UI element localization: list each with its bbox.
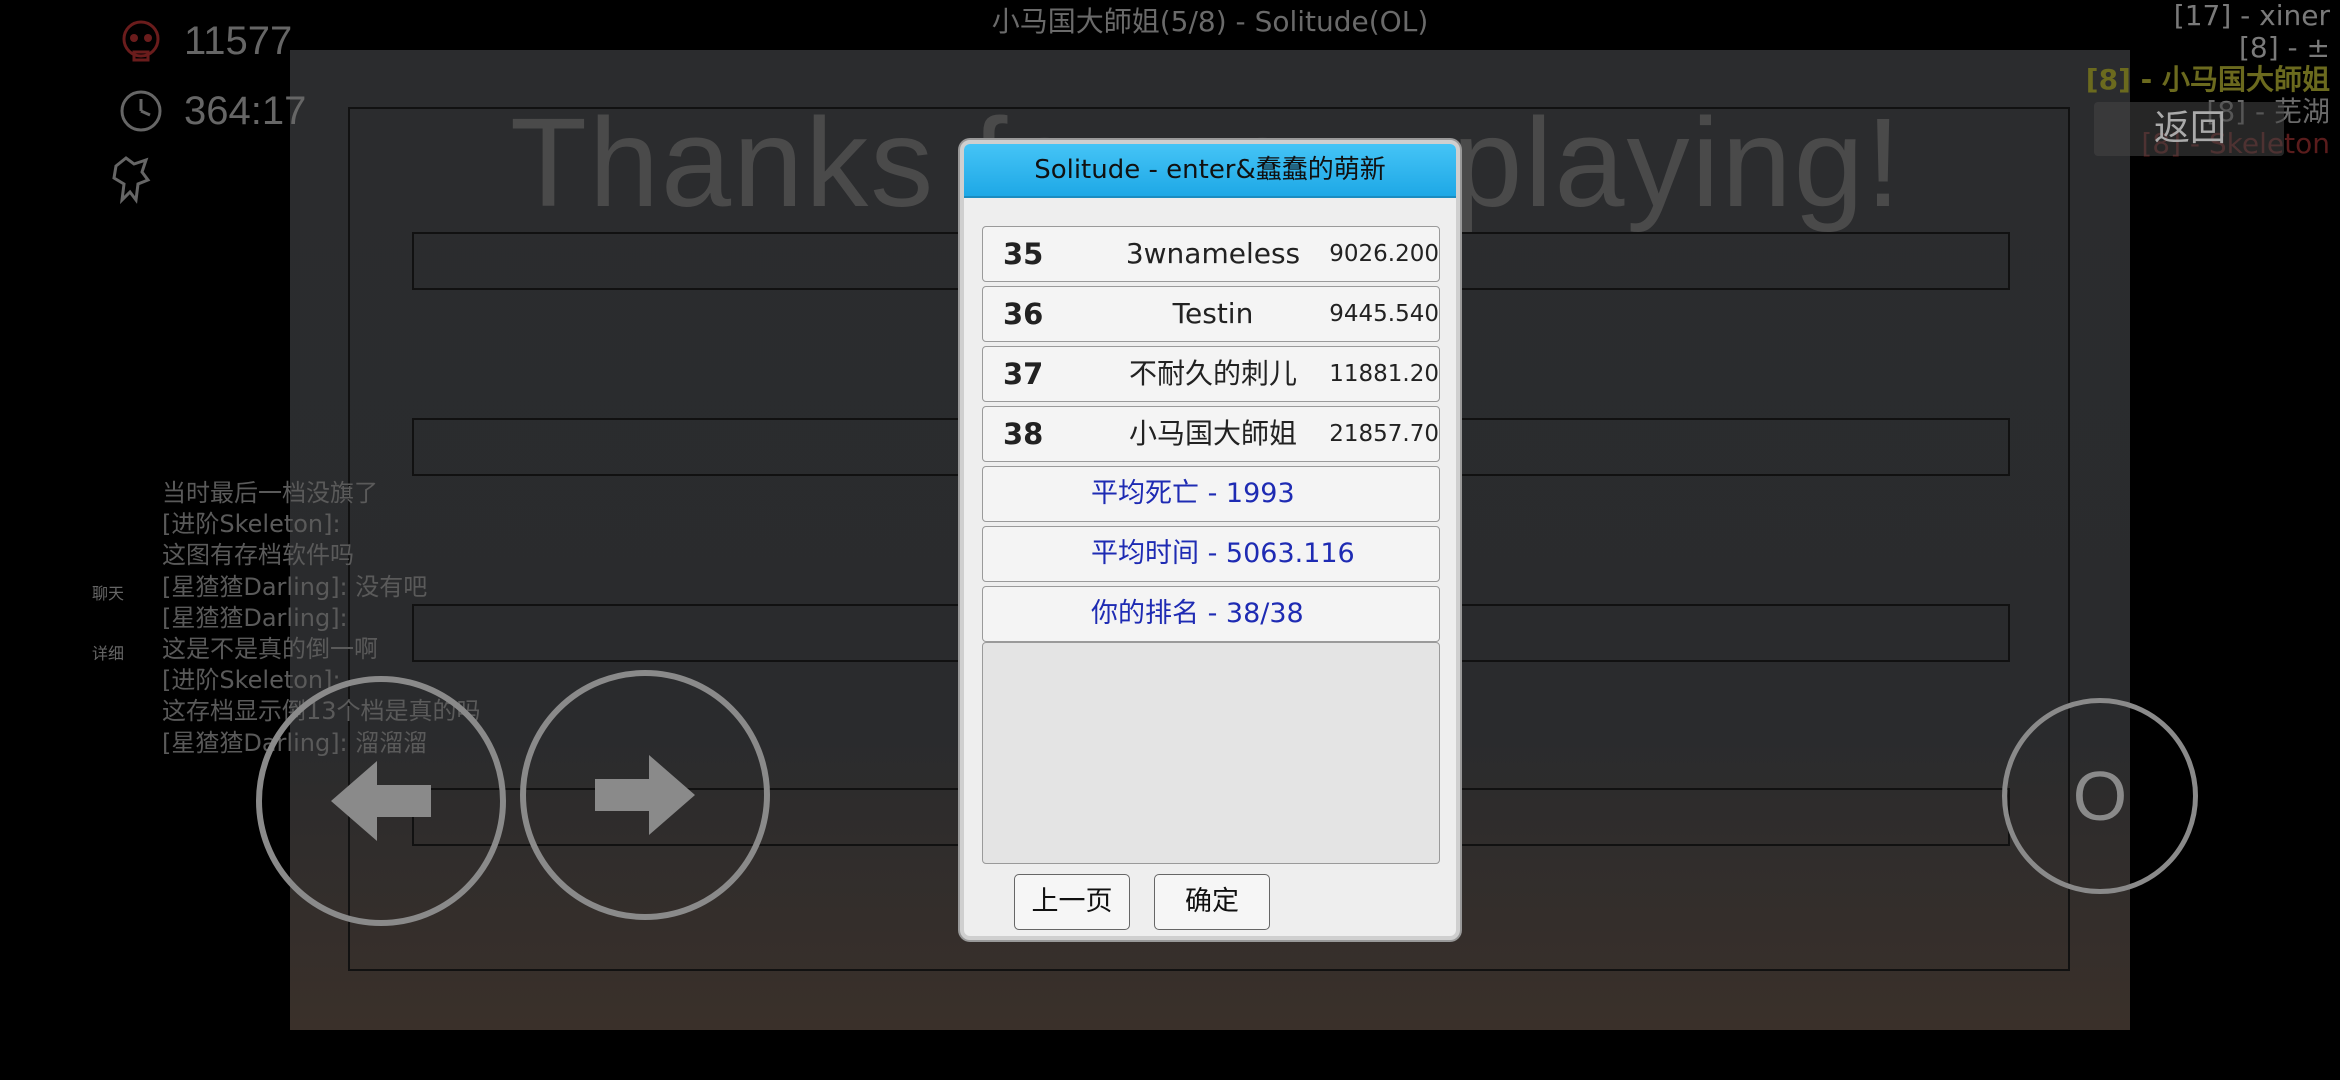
row-name: 不耐久的刺儿 — [1128, 357, 1297, 390]
confirm-button[interactable]: 确定 — [1154, 874, 1270, 930]
row-name: 小马国大師姐 — [1128, 417, 1297, 450]
leaderboard-row[interactable]: 36 Testin 9445.540 — [982, 286, 1440, 342]
chat-line: 这是不是真的倒一啊 — [162, 635, 378, 664]
dialog-title: Solitude - enter&蠢蠢的萌新 — [964, 144, 1456, 198]
row-rank: 37 — [1003, 357, 1044, 391]
row-score: 11881.20 — [1329, 361, 1439, 387]
leaderboard-row[interactable]: 37 不耐久的刺儿 11881.20 — [982, 346, 1440, 402]
skull-icon — [122, 20, 160, 62]
move-left-button[interactable] — [256, 676, 506, 926]
chat-line: 当时最后一档没旗了 — [162, 479, 378, 507]
leaderboard-dialog: Solitude - enter&蠢蠢的萌新 35 3wnameless 902… — [960, 140, 1460, 940]
level-title: 小马国大師姐(5/8) - Solitude(OL) — [991, 5, 1429, 38]
elapsed-time: 364:17 — [184, 88, 307, 133]
your-rank: 你的排名 - 38/38 — [982, 586, 1440, 642]
row-score: 9026.200 — [1329, 241, 1439, 267]
move-right-button[interactable] — [520, 670, 770, 920]
average-deaths: 平均死亡 - 1993 — [982, 466, 1440, 522]
chat-line: 这图有存档软件吗 — [162, 541, 354, 570]
player-entry: [17] - xiner — [2173, 0, 2330, 32]
leaderboard-row[interactable]: 38 小马国大師姐 21857.70 — [982, 406, 1440, 462]
death-count: 11577 — [184, 18, 293, 63]
pony-icon — [112, 156, 151, 205]
row-rank: 35 — [1003, 237, 1044, 271]
time-counter: 364:17 — [118, 88, 306, 134]
settings-button[interactable] — [108, 154, 154, 208]
clock-icon — [120, 90, 162, 132]
arrow-left-icon — [331, 761, 431, 841]
prev-page-button[interactable]: 上一页 — [1014, 874, 1130, 930]
leaderboard-row[interactable]: 35 3wnameless 9026.200 — [982, 226, 1440, 282]
row-score: 21857.70 — [1329, 421, 1439, 447]
row-score: 9445.540 — [1329, 301, 1439, 327]
details-tab[interactable]: 详细 — [92, 640, 124, 664]
player-entry: [8] - 小马国大師姐 — [2085, 63, 2330, 96]
arrow-right-icon — [595, 755, 695, 835]
row-name: 3wnameless — [1125, 237, 1301, 270]
row-rank: 38 — [1003, 417, 1044, 451]
player-entry: [8] - ± — [2238, 31, 2330, 64]
jump-button[interactable]: O — [2002, 698, 2198, 894]
row-name: Testin — [1172, 297, 1254, 330]
chat-tab[interactable]: 聊天 — [92, 580, 124, 604]
chat-line: [星猹猹Darling]: — [162, 603, 348, 632]
back-button[interactable]: 返回 — [2094, 102, 2284, 156]
death-counter: 11577 — [118, 18, 292, 64]
row-rank: 36 — [1003, 297, 1044, 331]
chat-line: [进阶Skeleton]: — [162, 510, 341, 539]
average-time: 平均时间 - 5063.116 — [982, 526, 1440, 582]
list-empty-area — [982, 642, 1440, 864]
chat-line: [星猹猹Darling]: 没有吧 — [162, 572, 428, 601]
